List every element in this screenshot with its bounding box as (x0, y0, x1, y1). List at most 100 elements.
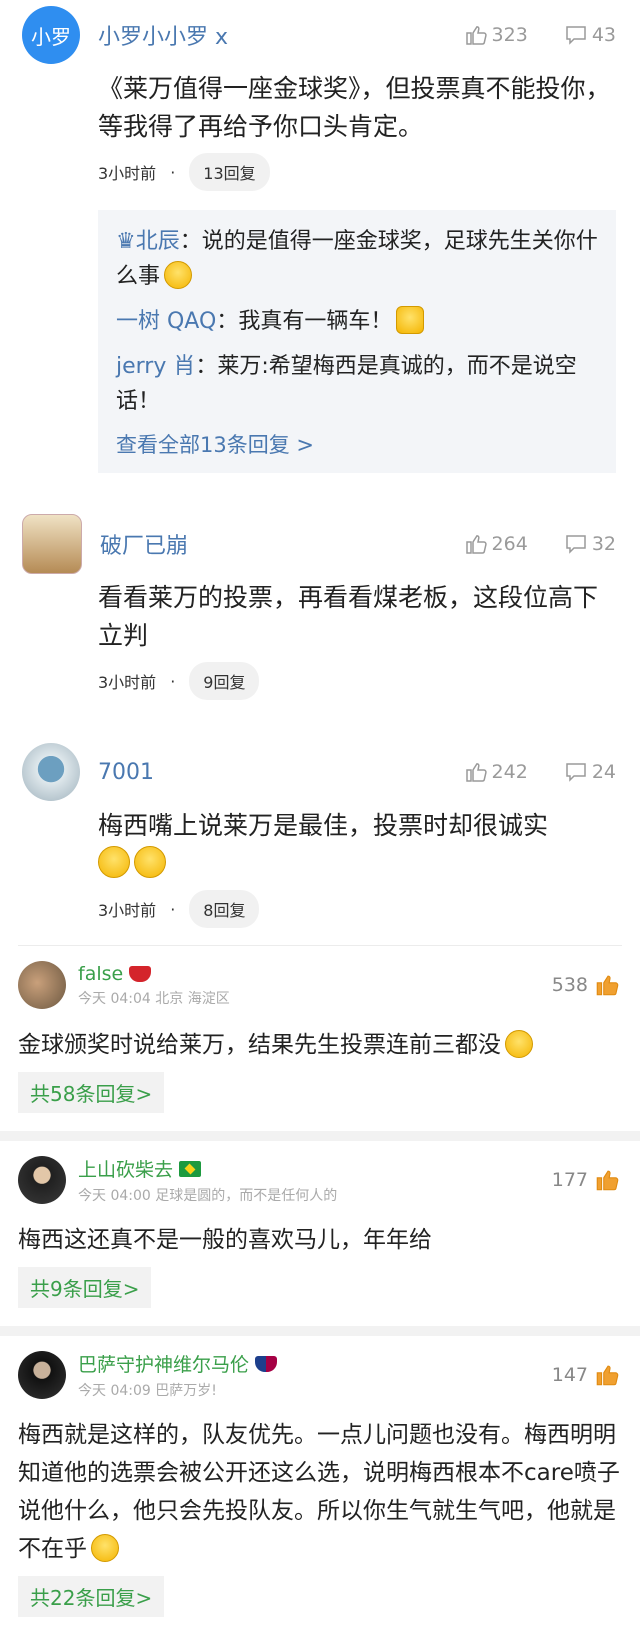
like-count: 147 (551, 1364, 588, 1386)
thinking-emoji-icon (91, 1534, 119, 1562)
avatar[interactable] (18, 961, 66, 1009)
see-all-replies-link[interactable]: 查看全部13条回复 > (116, 429, 598, 459)
like-count: 177 (551, 1169, 588, 1191)
thumbs-up-icon (596, 975, 619, 996)
comment-meta: 3小时前 · 8回复 (98, 883, 616, 935)
like-count: 323 (491, 24, 528, 46)
avatar[interactable] (18, 1156, 66, 1204)
barcelona-badge-icon (255, 1355, 278, 1372)
view-replies-button[interactable]: 共9条回复> (18, 1267, 152, 1308)
comment-count: 32 (591, 533, 616, 555)
like-count: 538 (551, 974, 588, 996)
comment-author-block: 上山砍柴去 今天 04:00 足球是圆的，而不是任何人的 (78, 1155, 552, 1205)
like-button[interactable]: 177 (552, 1167, 620, 1193)
comment-icon (566, 763, 586, 782)
comment-text: 金球颁奖时说给莱万，结果先生投票连前三都没 (18, 1026, 620, 1064)
like-button[interactable]: 147 (552, 1362, 620, 1388)
reply-count-button[interactable]: 8回复 (189, 890, 260, 928)
section-gap (0, 1131, 640, 1141)
section-gap (0, 1326, 640, 1336)
meta-separator: · (170, 162, 176, 182)
username-text: 上山砍柴去 (78, 1159, 174, 1181)
smile-emoji-icon (98, 846, 130, 878)
timestamp: 3小时前 (98, 901, 157, 920)
reply-item[interactable]: ♛北辰：说的是值得一座金球奖，足球先生关你什么事 (116, 224, 598, 294)
avatar[interactable] (22, 743, 80, 801)
reply-item[interactable]: 一树 QAQ：我真有一辆车！ (116, 304, 598, 339)
comment-text: 看看莱万的投票，再看看煤老板，这段位高下立判 (98, 583, 599, 650)
comment-meta: 今天 04:04 北京 海淀区 (78, 990, 230, 1007)
username[interactable]: false (78, 963, 552, 985)
comment-meta: 今天 04:00 足球是圆的，而不是任何人的 (78, 1188, 338, 1204)
reply-item[interactable]: jerry 肖：莱万:希望梅西是真诚的，而不是说空话！ (116, 349, 598, 419)
arsenal-badge-icon (129, 965, 152, 982)
thumbs-up-icon (465, 763, 487, 782)
comment-count: 24 (591, 761, 616, 783)
avatar[interactable] (18, 1351, 66, 1399)
comment-meta: 今天 04:09 巴萨万岁! (78, 1383, 217, 1399)
reply-colon: ： (195, 354, 218, 379)
comment-meta: 3小时前 · 13回复 (98, 146, 616, 198)
comment-card: 7001 242 24 梅西嘴上说莱万是最佳，投票时却很诚实 3小时前 · 8回… (0, 737, 640, 935)
comment-meta: 3小时前 · 9回复 (98, 655, 616, 707)
reply-preview: ♛北辰：说的是值得一座金球奖，足球先生关你什么事 一树 QAQ：我真有一辆车！ … (98, 210, 616, 473)
username[interactable]: 小罗小小罗 x (98, 19, 464, 51)
username-text: false (78, 962, 124, 985)
comment-card: false 今天 04:04 北京 海淀区 538 金球颁奖时说给莱万，结果先生… (0, 946, 640, 1131)
timestamp: 3小时前 (98, 164, 157, 183)
meta-separator: · (170, 671, 176, 691)
comment-text: 《莱万值得一座金球奖》，但投票真不能投你，等我得了再给予你口头肯定。 (98, 74, 611, 141)
username[interactable]: 7001 (98, 760, 464, 785)
cat-emoji-icon (396, 306, 425, 334)
reply-count-button[interactable]: 13回复 (189, 153, 270, 191)
comment-text: 梅西这还真不是一般的喜欢马儿，年年给 (18, 1227, 432, 1253)
comment-author-block: 巴萨守护神维尔马伦 今天 04:09 巴萨万岁! (78, 1350, 552, 1400)
like-button[interactable]: 242 (464, 760, 528, 784)
reply-author[interactable]: 一树 QAQ (116, 309, 216, 334)
comment-button[interactable]: 32 (564, 532, 616, 556)
like-button[interactable]: 264 (464, 532, 528, 556)
comment-card: 巴萨守护神维尔马伦 今天 04:09 巴萨万岁! 147 梅西就是这样的，队友优… (0, 1336, 640, 1635)
reply-colon: ： (216, 309, 239, 334)
comment-header: false 今天 04:04 北京 海淀区 538 (18, 956, 620, 1014)
comment-card: 上山砍柴去 今天 04:00 足球是圆的，而不是任何人的 177 梅西这还真不是… (0, 1141, 640, 1326)
like-button[interactable]: 538 (552, 972, 620, 998)
comment-header: 破厂已崩 264 32 (22, 509, 616, 579)
reply-author[interactable]: jerry 肖 (116, 354, 195, 379)
comment-text-content: 梅西嘴上说莱万是最佳，投票时却很诚实 (98, 811, 549, 840)
meta-separator: · (170, 899, 176, 919)
thumbs-up-icon (465, 535, 487, 554)
comment-header: 小罗 小罗小小罗 x 323 43 (22, 0, 616, 70)
username[interactable]: 破厂已崩 (100, 528, 464, 560)
comment-button[interactable]: 24 (564, 760, 616, 784)
comment-count: 43 (591, 24, 616, 46)
comment-header: 上山砍柴去 今天 04:00 足球是圆的，而不是任何人的 177 (18, 1151, 620, 1209)
comment-text-content: 金球颁奖时说给莱万，结果先生投票连前三都没 (18, 1032, 501, 1058)
like-count: 264 (491, 533, 528, 555)
avatar[interactable]: 小罗 (22, 6, 80, 64)
username[interactable]: 上山砍柴去 (78, 1155, 552, 1182)
smile-emoji-icon (134, 846, 166, 878)
view-replies-button[interactable]: 共22条回复> (18, 1576, 165, 1617)
laugh-emoji-icon (164, 261, 193, 289)
comment-header: 7001 242 24 (22, 737, 616, 807)
timestamp: 3小时前 (98, 673, 157, 692)
comment-text: 梅西就是这样的，队友优先。一点儿问题也没有。梅西明明知道他的选票会被公开还这么选… (18, 1416, 620, 1568)
brazil-flag-icon (179, 1160, 202, 1177)
like-button[interactable]: 323 (464, 23, 528, 47)
reply-colon: ： (179, 229, 202, 254)
comment-header: 巴萨守护神维尔马伦 今天 04:09 巴萨万岁! 147 (18, 1346, 620, 1404)
avatar[interactable] (22, 514, 82, 574)
view-replies-button[interactable]: 共58条回复> (18, 1072, 165, 1113)
reply-count-button[interactable]: 9回复 (189, 662, 260, 700)
reply-author[interactable]: ♛北辰 (116, 229, 180, 254)
comment-author-block: false 今天 04:04 北京 海淀区 (78, 963, 552, 1008)
like-count: 242 (491, 761, 528, 783)
comment-card: 小罗 小罗小小罗 x 323 43 《莱万值得一座金球奖》，但投票真不能投你，等… (0, 0, 640, 473)
thumbs-up-icon (596, 1170, 619, 1191)
comment-icon (566, 26, 586, 45)
comment-button[interactable]: 43 (564, 23, 616, 47)
reply-text: 我真有一辆车！ (238, 309, 393, 334)
username[interactable]: 巴萨守护神维尔马伦 (78, 1350, 552, 1377)
thumbs-up-icon (596, 1365, 619, 1386)
